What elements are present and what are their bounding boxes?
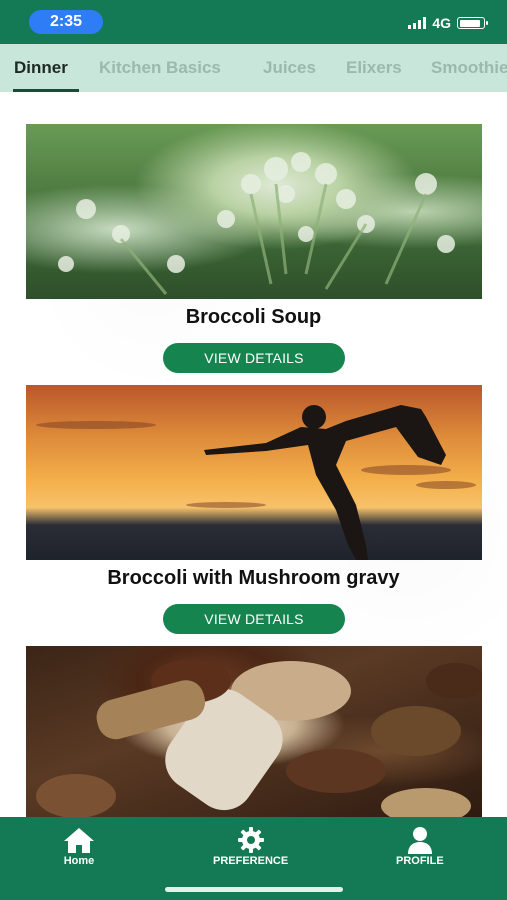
home-indicator[interactable] bbox=[165, 887, 343, 892]
bottom-navigation: Home PREFERENCE PROFILE bbox=[0, 817, 507, 900]
recipe-title: Broccoli Soup bbox=[185, 306, 322, 328]
mushrooms-image[interactable] bbox=[26, 646, 482, 817]
tab-elixers[interactable]: Elixers bbox=[346, 58, 402, 78]
category-tabs: Dinner Kitchen Basics Juices Elixers Smo… bbox=[0, 44, 507, 92]
home-icon bbox=[62, 825, 96, 855]
nav-home-label: Home bbox=[63, 855, 95, 867]
mushroom-shapes bbox=[36, 659, 482, 817]
recipe-title: Broccoli with Mushroom gravy bbox=[107, 567, 400, 589]
tab-dinner[interactable]: Dinner bbox=[14, 58, 68, 78]
tab-juices[interactable]: Juices bbox=[263, 58, 316, 78]
network-label: 4G bbox=[432, 15, 451, 31]
status-indicators: 4G bbox=[408, 12, 488, 34]
status-time: 2:35 bbox=[29, 10, 103, 34]
nav-profile[interactable]: PROFILE bbox=[396, 825, 444, 867]
broccoli-image[interactable] bbox=[26, 124, 482, 299]
user-icon bbox=[406, 825, 434, 855]
tab-kitchen-basics[interactable]: Kitchen Basics bbox=[99, 58, 221, 78]
nav-preference-label: PREFERENCE bbox=[213, 855, 289, 867]
recipe-list[interactable]: Broccoli Soup VIEW DETAILS Broccoli with… bbox=[0, 92, 507, 817]
yoga-sunset-image[interactable] bbox=[26, 385, 482, 560]
sunset-clouds bbox=[36, 421, 476, 508]
nav-profile-label: PROFILE bbox=[396, 855, 444, 867]
nav-preference[interactable]: PREFERENCE bbox=[213, 825, 288, 867]
tab-smoothies[interactable]: Smoothies bbox=[431, 58, 507, 78]
status-bar: 2:35 4G bbox=[0, 0, 507, 44]
view-details-button[interactable]: VIEW DETAILS bbox=[163, 343, 345, 373]
signal-icon bbox=[408, 17, 427, 29]
nav-home[interactable]: Home bbox=[62, 825, 96, 867]
battery-icon bbox=[457, 17, 488, 29]
view-details-button[interactable]: VIEW DETAILS bbox=[163, 604, 345, 634]
gear-icon bbox=[236, 825, 266, 855]
broccoli-florets bbox=[58, 152, 455, 295]
